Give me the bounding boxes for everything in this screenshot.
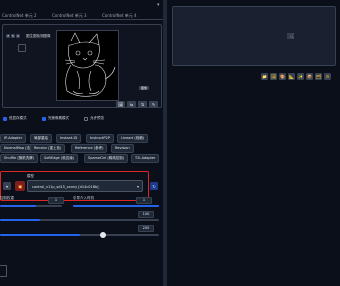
edit-icon[interactable]: ✎: [149, 101, 158, 108]
high-threshold-input[interactable]: 200: [138, 225, 154, 232]
chevron-down-icon: ▾: [136, 184, 139, 189]
folder-icon[interactable]: 📁: [261, 73, 268, 80]
archive-icon[interactable]: 🗂: [315, 73, 322, 80]
control-type-recolor[interactable]: Recolor (重上色): [30, 144, 66, 153]
preview-label: 允许预览: [90, 116, 104, 120]
model-select[interactable]: control_v11p_sd15_canny [d14c016b] ▾: [27, 180, 143, 192]
preprocessor-caret-icon[interactable]: ▾: [3, 182, 11, 190]
clear-icon[interactable]: ✕: [16, 34, 20, 38]
high-threshold-thumb[interactable]: [100, 232, 106, 238]
package-icon[interactable]: 📦: [306, 73, 313, 80]
gallery-toolbar: 📁 🖼 🎨 📐 ✨ 📦 🗂 ⚙: [261, 72, 339, 82]
swap-horizontal-icon[interactable]: ⇆: [127, 101, 136, 108]
control-type-softedge[interactable]: SoftEdge (软边缘): [40, 154, 79, 163]
start-step-label: 引导介入时机: [73, 196, 94, 200]
palette-icon[interactable]: 🎨: [279, 73, 286, 80]
pixel-perfect-checkbox[interactable]: [42, 117, 46, 121]
low-threshold-input[interactable]: 100: [138, 211, 154, 218]
output-gallery[interactable]: 🖼: [172, 6, 336, 66]
low-threshold-fill: [0, 219, 40, 221]
sparkle-icon[interactable]: ✨: [297, 73, 304, 80]
refresh-models-icon[interactable]: ↻: [150, 182, 158, 190]
control-type-instructp2p[interactable]: InstructP2P: [86, 134, 114, 143]
settings-icon[interactable]: ⚙: [324, 73, 331, 80]
end-step-input[interactable]: 1: [136, 197, 152, 204]
model-label: 模型: [27, 174, 34, 178]
control-type-reference[interactable]: Reference (参考): [71, 144, 108, 153]
undo-icon[interactable]: ↺: [6, 34, 10, 38]
model-select-value: control_v11p_sd15_canny [d14c016b]: [32, 185, 99, 189]
swap-vertical-icon[interactable]: ⇅: [138, 101, 147, 108]
control-type-lineart[interactable]: Lineart (线稿): [117, 134, 149, 143]
low-vram-label: 低显存模式: [9, 116, 27, 120]
pixel-perfect-label: 完美像素模式: [48, 116, 69, 120]
control-type-sparsectrl[interactable]: SparseCtrl (稀疏控制): [84, 154, 129, 163]
image-icon[interactable]: 🖼: [116, 101, 125, 108]
brush-icon[interactable]: [18, 44, 26, 52]
weight-label: 控制权重: [0, 196, 14, 200]
image-controls: ↺ ↻ ✕: [6, 34, 21, 39]
high-threshold-fill: [0, 234, 80, 236]
image-label: 图生图检测图像: [26, 34, 51, 38]
preview-checkbox[interactable]: [84, 117, 88, 121]
cat-edge-drawing: [64, 32, 116, 97]
ruler-icon[interactable]: 📐: [288, 73, 295, 80]
image-badge: 图像: [139, 86, 150, 90]
control-type-radio-group: IP-Adapter 局部重绘 Instant-ID InstructP2P L…: [0, 134, 163, 166]
step-slider-fill: [73, 205, 159, 207]
canny-preview-image[interactable]: [56, 30, 119, 101]
enable-checkbox[interactable]: [3, 117, 7, 121]
options-row: 低显存模式 完美像素模式 允许预览: [3, 116, 163, 122]
image-toolbar: 🖼 ⇆ ⇅ ✎: [116, 101, 160, 109]
weight-slider-fill: [0, 205, 36, 207]
scroll-handle[interactable]: [0, 265, 7, 277]
control-type-revision[interactable]: Revision: [111, 144, 134, 153]
redo-icon[interactable]: ↻: [11, 34, 15, 38]
tabs-divider: [0, 19, 163, 20]
control-type-ip-adapter[interactable]: IP-Adapter: [0, 134, 27, 143]
control-type-inpaint[interactable]: 局部重绘: [30, 134, 52, 143]
collapse-icon[interactable]: ▾: [157, 2, 160, 8]
weight-input[interactable]: 1: [48, 197, 64, 204]
control-type-t2i-adapter[interactable]: T2I-Adapter: [131, 154, 160, 163]
image-placeholder-icon: 🖼: [287, 33, 295, 40]
control-type-instant-id[interactable]: Instant-ID: [56, 134, 82, 143]
control-type-shuffle[interactable]: Shuffle (随机洗牌): [0, 154, 39, 163]
run-preprocessor-button[interactable]: 💥: [15, 181, 25, 191]
save-image-icon[interactable]: 🖼: [270, 73, 277, 80]
